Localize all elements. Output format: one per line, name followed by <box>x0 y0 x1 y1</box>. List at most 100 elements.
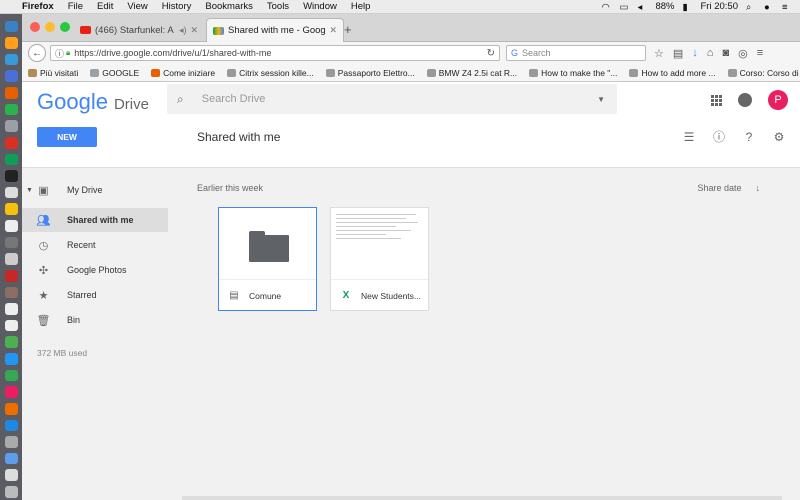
sidebar-item-starred[interactable]: ★ Starred <box>22 283 168 307</box>
search-engine-icon[interactable]: G <box>511 48 518 58</box>
books-icon[interactable] <box>4 402 18 415</box>
close-tab-icon[interactable]: ✕ <box>190 25 198 36</box>
sort-by-label[interactable]: Share date <box>697 183 741 193</box>
messages-icon[interactable] <box>4 353 18 365</box>
photos-icon[interactable] <box>4 336 18 348</box>
pocket-icon[interactable]: ◙ <box>722 47 729 60</box>
list-view-icon[interactable]: ☰ <box>682 130 696 144</box>
finder-icon[interactable] <box>4 20 18 33</box>
back-button[interactable]: ← <box>28 44 46 62</box>
url-bar[interactable]: ⓘ 🔒︎ https://drive.google.com/drive/u/1/… <box>50 45 500 61</box>
menu-hamburger-icon[interactable]: ≡ <box>757 47 763 60</box>
search-icon[interactable]: ⌕ <box>177 92 184 107</box>
bookmark-star-icon[interactable]: ☆ <box>654 47 664 60</box>
new-tab-icon[interactable]: + <box>344 22 352 37</box>
notification-center-icon[interactable]: ≡ <box>782 2 792 13</box>
launchpad-icon[interactable] <box>4 37 18 49</box>
facetime-icon[interactable] <box>4 369 18 382</box>
menu-tools[interactable]: Tools <box>267 1 289 12</box>
safari-icon[interactable] <box>4 53 18 66</box>
extension-icon[interactable]: ◎ <box>738 47 748 60</box>
home-icon[interactable]: ⌂ <box>707 47 714 60</box>
app-icon-6[interactable] <box>4 253 18 265</box>
sidebar-item-google-photos[interactable]: ✣ Google Photos <box>22 258 168 282</box>
search-options-icon[interactable]: ▼ <box>597 95 605 104</box>
expand-arrow-icon[interactable]: ▼ <box>26 187 33 194</box>
app-icon-11[interactable] <box>4 436 18 448</box>
firefox-icon[interactable] <box>4 87 18 99</box>
info-icon[interactable]: ⓘ <box>55 47 64 60</box>
help-icon[interactable]: ? <box>742 130 756 144</box>
calendar-icon[interactable] <box>4 220 18 232</box>
minimize-window-icon[interactable] <box>45 22 55 32</box>
avatar[interactable]: P <box>768 90 788 110</box>
drive-search-input[interactable]: ⌕ Search Drive ▼ <box>167 84 617 114</box>
siri-icon[interactable]: ● <box>764 2 774 13</box>
menu-view[interactable]: View <box>127 1 147 12</box>
menu-file[interactable]: File <box>68 1 83 12</box>
app-icon-4[interactable] <box>4 186 18 199</box>
menu-firefox[interactable]: Firefox <box>22 1 54 12</box>
sidebar-item-my-drive[interactable]: ▼ ▣ My Drive <box>22 178 168 202</box>
sidebar-item-recent[interactable]: ◷ Recent <box>22 233 168 257</box>
app-icon-2[interactable] <box>4 136 18 149</box>
new-button[interactable]: NEW <box>37 127 97 147</box>
menu-help[interactable]: Help <box>351 1 371 12</box>
apps-grid-icon[interactable] <box>711 94 722 106</box>
notifications-icon[interactable] <box>738 93 752 107</box>
speaker-icon[interactable]: ◂) <box>179 25 187 36</box>
clock[interactable]: Fri 20:50 <box>701 1 739 12</box>
app-store-icon[interactable] <box>4 419 18 432</box>
bookmark-item[interactable]: How to make the "... <box>529 68 617 78</box>
chrome-alt-icon[interactable] <box>4 103 18 116</box>
drive-logo[interactable]: Google Drive <box>37 89 149 115</box>
downloads-icon[interactable]: ↓ <box>692 47 698 60</box>
battery-percent[interactable]: 88% <box>655 1 674 12</box>
menu-edit[interactable]: Edit <box>97 1 113 12</box>
menu-bookmarks[interactable]: Bookmarks <box>205 1 253 12</box>
bookmark-item[interactable]: Passaporto Elettro... <box>325 68 415 78</box>
storage-usage[interactable]: 372 MB used <box>37 348 87 358</box>
app-icon-5[interactable] <box>4 203 18 215</box>
reload-icon[interactable]: ↻ <box>487 48 495 59</box>
bookmark-item[interactable]: How to add more ... <box>629 68 716 78</box>
app-icon-10[interactable] <box>4 319 18 332</box>
close-tab-icon[interactable]: ✕ <box>329 25 337 36</box>
zoom-window-icon[interactable] <box>60 22 70 32</box>
menu-window[interactable]: Window <box>303 1 337 12</box>
system-preferences-icon[interactable] <box>4 236 18 249</box>
chrome-icon[interactable] <box>4 70 18 82</box>
app-icon-1[interactable] <box>4 120 18 132</box>
tab-youtube[interactable]: (466) Starfunkel: A Mixtap ◂) ✕ <box>74 18 204 42</box>
volume-icon[interactable]: ◂ <box>637 2 647 13</box>
battery-icon[interactable]: ▮ <box>683 2 693 13</box>
details-info-icon[interactable]: ⓘ <box>712 128 726 145</box>
horizontal-scrollbar[interactable] <box>182 496 782 500</box>
settings-gear-icon[interactable]: ⚙ <box>772 130 786 144</box>
app-icon-9[interactable] <box>4 303 18 315</box>
app-icon-12[interactable] <box>4 469 18 481</box>
menu-history[interactable]: History <box>162 1 192 12</box>
trash-icon[interactable] <box>4 486 18 498</box>
airplay-icon[interactable]: ▭ <box>619 2 629 13</box>
bookmark-item[interactable]: Corso: Corso di Fo... <box>727 68 800 78</box>
close-window-icon[interactable] <box>30 22 40 32</box>
app-icon-7[interactable] <box>4 269 18 282</box>
sidebar-item-shared-with-me[interactable]: 👥︎ Shared with me <box>22 208 168 232</box>
lock-icon[interactable]: 🔒︎ <box>66 48 70 58</box>
bookmark-item[interactable]: Più visitati <box>28 68 78 78</box>
file-card-new-students[interactable]: X New Students... <box>330 207 429 311</box>
browser-search-field[interactable]: G Search <box>506 45 646 61</box>
terminal-icon[interactable] <box>4 170 18 182</box>
tab-google-drive[interactable]: Shared with me - Google Driv ✕ <box>206 18 344 42</box>
file-card-comune[interactable]: ▤ Comune <box>218 207 317 311</box>
bookmark-item[interactable]: GOOGLE <box>90 68 139 78</box>
spotlight-icon[interactable]: ⌕ <box>746 2 756 13</box>
itunes-icon[interactable] <box>4 386 18 398</box>
bookmark-item[interactable]: Come iniziare <box>151 68 215 78</box>
wifi-icon[interactable]: ◠ <box>601 2 611 13</box>
bookmark-item[interactable]: Citrix session kille... <box>227 68 314 78</box>
app-icon-8[interactable] <box>4 286 18 299</box>
sort-direction-icon[interactable]: ↓ <box>756 183 761 193</box>
app-icon-3[interactable] <box>4 153 18 166</box>
